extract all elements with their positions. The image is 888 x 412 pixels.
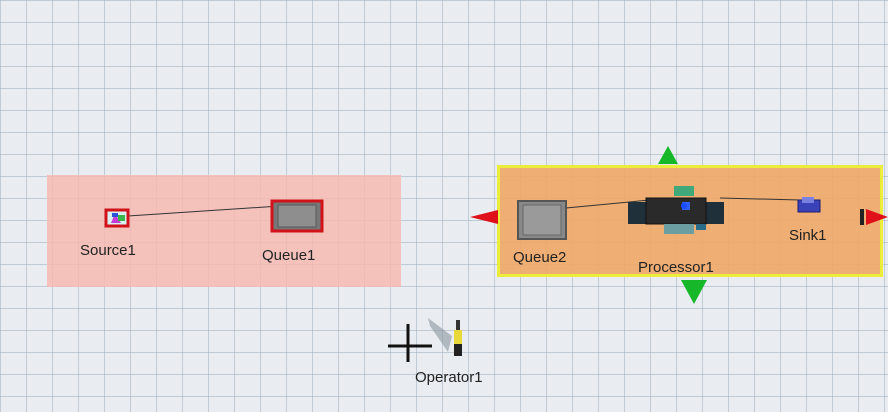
queue-icon: [517, 200, 567, 240]
label-sink: Sink1: [789, 227, 827, 244]
handle-arrow-right[interactable]: [858, 206, 888, 228]
conveyor-icon: [628, 186, 724, 234]
processor-object[interactable]: [624, 182, 734, 238]
queue1-object[interactable]: [270, 199, 324, 233]
queue-icon: [270, 199, 324, 233]
sink-object[interactable]: [796, 196, 824, 216]
3d-model-view[interactable]: Source1 Queue1 Queue2 Processor1 Sink1 O…: [0, 0, 888, 412]
label-source: Source1: [80, 242, 136, 259]
operator-icon: [428, 318, 462, 356]
handle-arrow-left[interactable]: [470, 208, 500, 226]
sink-icon: [797, 197, 821, 213]
handle-arrow-bottom[interactable]: [679, 274, 709, 304]
plane-left[interactable]: [47, 175, 401, 287]
label-queue2: Queue2: [513, 249, 567, 266]
source-object[interactable]: [102, 207, 134, 229]
label-queue1: Queue1: [262, 247, 316, 264]
queue2-object[interactable]: [516, 199, 568, 241]
label-operator: Operator1: [415, 369, 483, 386]
operator-object[interactable]: [426, 316, 470, 362]
handle-arrow-top[interactable]: [656, 146, 680, 166]
source-icon: [104, 208, 130, 228]
